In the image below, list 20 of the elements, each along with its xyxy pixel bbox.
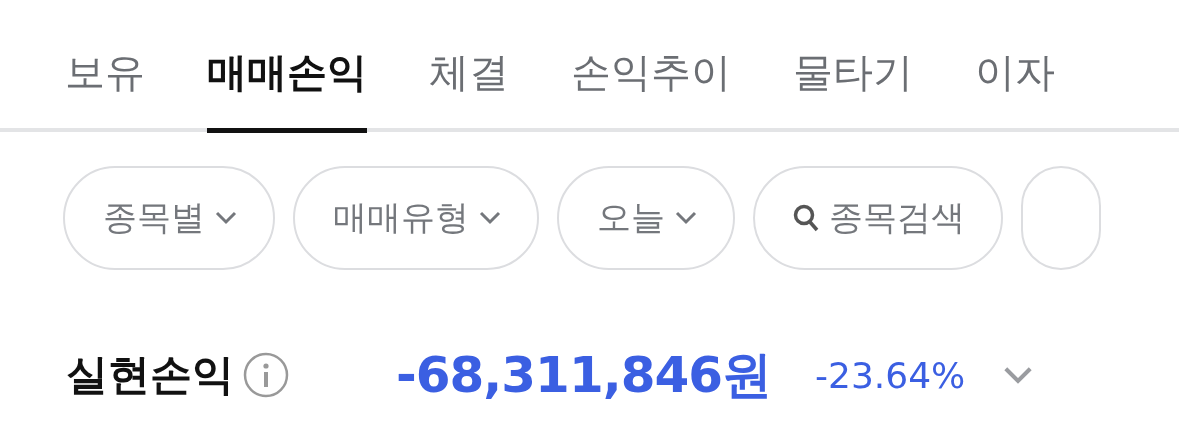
filter-dropdown[interactable]: 오늘 [557, 166, 735, 270]
tab[interactable]: 이자 [975, 0, 1055, 133]
tab[interactable]: 매매손익 [207, 0, 367, 133]
filter-dropdown[interactable]: 매매유형 [293, 166, 539, 270]
profit-rate: -23.64% [815, 354, 966, 396]
tab[interactable]: 손익추이 [571, 0, 731, 133]
expand-button[interactable] [1003, 365, 1034, 385]
search-icon [793, 204, 819, 232]
tab[interactable]: 보유 [65, 0, 145, 133]
summary-label: 실현손익 [66, 349, 234, 401]
tab[interactable]: 체결 [429, 0, 509, 133]
chevron-down-icon [1003, 365, 1034, 385]
search-button[interactable]: 종목검색 [753, 166, 1003, 270]
filter-dropdown[interactable]: 종목별 [63, 166, 275, 270]
chevron-down-icon [479, 211, 501, 225]
tab[interactable]: 물타기 [793, 0, 913, 133]
chevron-down-icon [215, 211, 237, 225]
realized-profit-amount: -68,311,846원 [396, 344, 772, 406]
chevron-down-icon [675, 211, 697, 225]
info-icon[interactable] [242, 351, 290, 399]
